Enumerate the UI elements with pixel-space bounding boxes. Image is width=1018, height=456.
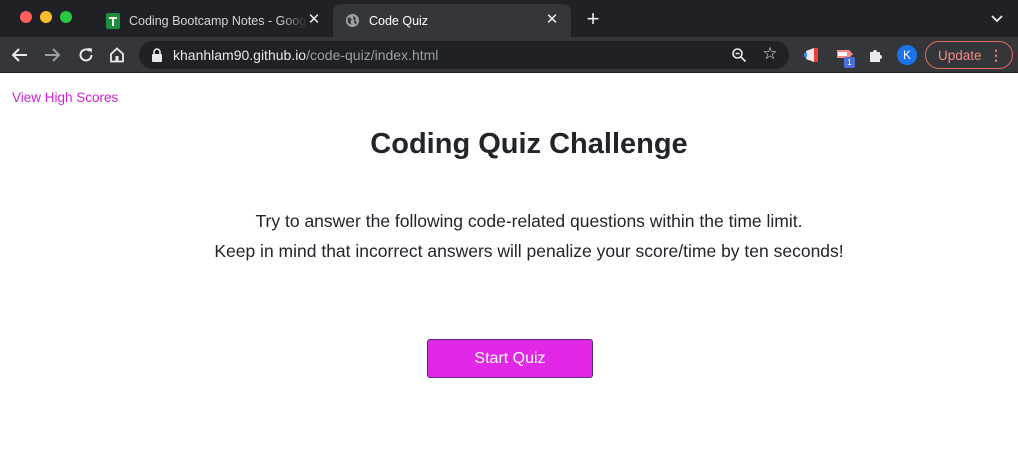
intro-text: Try to answer the following code-related… [0, 206, 1018, 266]
arrow-right-icon [45, 48, 61, 62]
browser-toolbar: khanhlam90.github.io/code-quiz/index.htm… [0, 37, 1018, 73]
url-text: khanhlam90.github.io/code-quiz/index.htm… [173, 47, 438, 63]
window-close-button[interactable] [20, 11, 32, 23]
view-high-scores-link[interactable]: View High Scores [12, 90, 118, 105]
sheets-icon [105, 12, 120, 29]
menu-dots-icon[interactable]: ⋮ [989, 47, 1003, 63]
chevron-down-icon[interactable] [990, 12, 1004, 26]
url-path: /code-quiz/index.html [306, 47, 439, 63]
tab-code-quiz[interactable]: Code Quiz ✕ [333, 4, 571, 37]
puzzle-icon[interactable] [866, 45, 886, 65]
intro-line-2: Keep in mind that incorrect answers will… [214, 241, 844, 261]
bookmark-star-icon[interactable]: ☆ [761, 45, 779, 63]
window-minimize-button[interactable] [40, 11, 52, 23]
forward-button[interactable] [41, 44, 63, 66]
back-button[interactable] [9, 44, 31, 66]
window-zoom-button[interactable] [60, 11, 72, 23]
address-bar[interactable]: khanhlam90.github.io/code-quiz/index.htm… [139, 41, 789, 69]
web-page: View High Scores Coding Quiz Challenge T… [0, 74, 1018, 456]
update-label: Update [938, 47, 982, 63]
arrow-left-icon [11, 48, 27, 62]
new-tab-button[interactable]: + [583, 8, 603, 30]
start-quiz-button[interactable]: Start Quiz [427, 339, 593, 378]
tab-close-icon[interactable]: ✕ [544, 12, 560, 28]
tab-coding-bootcamp-notes[interactable]: Coding Bootcamp Notes - Google Sheets ✕ [93, 4, 333, 37]
home-button[interactable] [106, 44, 128, 66]
page-title: Coding Quiz Challenge [370, 128, 688, 160]
extension-badge: 1 [844, 57, 855, 68]
tab-title: Code Quiz [369, 13, 429, 28]
tab-strip: Coding Bootcamp Notes - Google Sheets ✕ … [0, 0, 1018, 37]
extension-badge-icon[interactable]: 1 [835, 45, 855, 68]
zoom-icon[interactable] [731, 47, 747, 63]
tab-title: Coding Bootcamp Notes - Google Sheets [129, 13, 307, 28]
reload-icon [79, 48, 93, 62]
tab-close-icon[interactable]: ✕ [306, 12, 322, 28]
intro-line-1: Try to answer the following code-related… [255, 211, 803, 231]
update-button[interactable]: Update ⋮ [925, 41, 1013, 69]
home-icon [110, 47, 124, 63]
reload-button[interactable] [75, 44, 97, 66]
url-host: khanhlam90.github.io [173, 47, 307, 63]
lock-icon[interactable] [151, 48, 163, 62]
avatar[interactable]: K [897, 45, 917, 65]
extension-flag-icon[interactable] [802, 45, 822, 65]
globe-icon [345, 13, 360, 28]
